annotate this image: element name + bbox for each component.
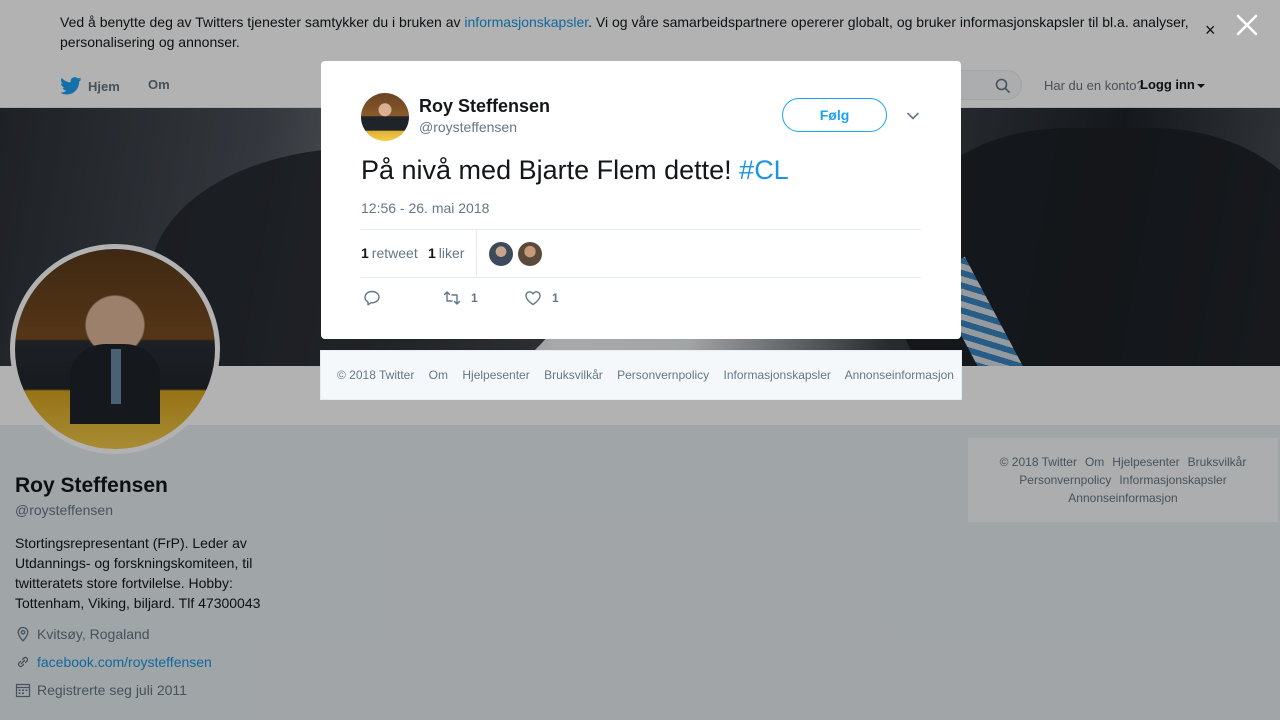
like-button[interactable]: 1 xyxy=(524,289,559,307)
reply-icon xyxy=(364,290,380,306)
tweet-author-name[interactable]: Roy Steffensen xyxy=(419,96,550,117)
retweet-stat[interactable]: 1 retweet xyxy=(361,245,418,261)
heart-icon xyxy=(525,291,541,306)
like-count: 1 xyxy=(552,291,559,305)
footer-link-cookies[interactable]: Informasjonskapsler xyxy=(724,368,831,382)
chevron-down-icon[interactable] xyxy=(905,108,921,124)
tweet-actions: 1 1 xyxy=(361,289,661,309)
footer-link-about[interactable]: Om xyxy=(429,368,448,382)
tweet-modal: Roy Steffensen @roysteffensen Følg På ni… xyxy=(321,61,961,339)
modal-footer: © 2018 Twitter Om Hjelpesenter Bruksvilk… xyxy=(320,350,962,400)
hashtag-link[interactable]: #CL xyxy=(739,155,789,185)
tweet-text: På nivå med Bjarte Flem dette! #CL xyxy=(361,155,789,185)
like-stat[interactable]: 1 liker xyxy=(428,245,464,261)
liker-avatar[interactable] xyxy=(518,242,542,266)
retweet-count: 1 xyxy=(471,291,478,305)
retweet-icon xyxy=(443,291,461,305)
tweet-author-handle[interactable]: @roysteffensen xyxy=(419,119,517,135)
tweet-stats: 1 retweet 1 liker xyxy=(361,229,921,278)
tweet-timestamp[interactable]: 12:56 - 26. mai 2018 xyxy=(361,200,489,216)
follow-button[interactable]: Følg xyxy=(782,98,887,132)
footer-link-ads-info[interactable]: Annonseinformasjon xyxy=(845,368,954,382)
close-icon[interactable] xyxy=(1234,12,1260,38)
footer-copyright: © 2018 Twitter xyxy=(337,368,415,382)
footer-link-help-center[interactable]: Hjelpesenter xyxy=(462,368,529,382)
reply-button[interactable] xyxy=(363,289,391,307)
footer-link-privacy[interactable]: Personvernpolicy xyxy=(617,368,709,382)
footer-link-terms[interactable]: Bruksvilkår xyxy=(544,368,603,382)
stats-divider xyxy=(476,230,477,277)
tweet-author-avatar[interactable] xyxy=(361,93,409,141)
liker-avatar[interactable] xyxy=(489,242,513,266)
retweet-button[interactable]: 1 xyxy=(443,289,478,307)
